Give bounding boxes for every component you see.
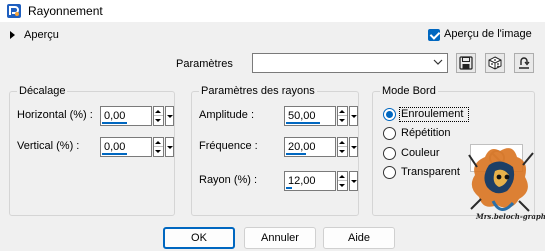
spin-up-icon[interactable]: [154, 107, 163, 116]
radio-repeat[interactable]: [383, 127, 396, 140]
vertical-input[interactable]: 0,00: [100, 137, 152, 157]
radio-transparent-label[interactable]: Transparent: [401, 166, 460, 178]
horizontal-input[interactable]: 0,00: [100, 106, 152, 126]
amplitude-input[interactable]: 50,00: [284, 106, 336, 126]
dice-icon: [488, 56, 502, 70]
horizontal-value[interactable]: 0,00: [104, 110, 125, 122]
image-preview-label[interactable]: Aperçu de l'image: [444, 28, 532, 40]
frequency-spinner[interactable]: [337, 137, 348, 157]
radius-spinner[interactable]: [337, 171, 348, 191]
title-bar: Rayonnement: [0, 0, 545, 22]
radio-transparent[interactable]: [383, 166, 396, 179]
radio-color[interactable]: [383, 147, 396, 160]
spin-up-icon[interactable]: [338, 172, 347, 181]
spin-down-icon[interactable]: [338, 181, 347, 190]
frequency-menu-button[interactable]: [349, 137, 358, 157]
spin-up-icon[interactable]: [154, 138, 163, 147]
radius-slider-bar[interactable]: [286, 187, 292, 189]
rays-group-title: Paramètres des rayons: [199, 85, 317, 97]
frequency-label: Fréquence :: [199, 140, 258, 152]
ok-button[interactable]: OK: [163, 227, 235, 249]
horizontal-label: Horizontal (%) :: [17, 109, 93, 121]
save-icon: [459, 56, 473, 70]
preview-toggle-label[interactable]: Aperçu: [24, 29, 59, 41]
spin-down-icon[interactable]: [154, 116, 163, 125]
psp-logo-icon: [7, 4, 21, 18]
frequency-input[interactable]: 20,00: [284, 137, 336, 157]
horizontal-slider-bar[interactable]: [102, 122, 127, 124]
amplitude-slider-bar[interactable]: [286, 122, 320, 124]
edge-mode-group-title: Mode Bord: [380, 85, 438, 97]
radio-wrap[interactable]: [383, 108, 396, 121]
params-label: Paramètres: [176, 58, 233, 70]
params-preset-combo[interactable]: [252, 53, 448, 73]
chevron-down-icon: [433, 59, 443, 65]
vertical-label: Vertical (%) :: [17, 140, 80, 152]
offset-group: Décalage Horizontal (%) : 0,00 Vertical …: [9, 85, 175, 216]
watermark-logo: [468, 148, 534, 212]
radio-color-label[interactable]: Couleur: [401, 147, 440, 159]
radius-label: Rayon (%) :: [199, 174, 258, 186]
spin-down-icon[interactable]: [338, 147, 347, 156]
reset-button[interactable]: [514, 53, 534, 73]
random-button[interactable]: [485, 53, 505, 73]
vertical-menu-button[interactable]: [165, 137, 174, 157]
horizontal-spinner[interactable]: [153, 106, 164, 126]
reset-icon: [519, 57, 530, 69]
vertical-spinner[interactable]: [153, 137, 164, 157]
vertical-value[interactable]: 0,00: [104, 141, 125, 153]
window-title: Rayonnement: [28, 4, 103, 18]
frequency-value[interactable]: 20,00: [288, 141, 316, 153]
offset-group-title: Décalage: [17, 85, 68, 97]
spin-down-icon[interactable]: [338, 116, 347, 125]
horizontal-menu-button[interactable]: [165, 106, 174, 126]
help-button[interactable]: Aide: [323, 227, 395, 249]
amplitude-value[interactable]: 50,00: [288, 110, 316, 122]
radius-value[interactable]: 12,00: [288, 175, 316, 187]
amplitude-spinner[interactable]: [337, 106, 348, 126]
rays-group: Paramètres des rayons Amplitude : 50,00 …: [191, 85, 359, 216]
image-preview-checkbox[interactable]: [428, 29, 440, 41]
vertical-slider-bar[interactable]: [102, 153, 127, 155]
radio-repeat-label[interactable]: Répétition: [401, 127, 451, 139]
radius-menu-button[interactable]: [349, 171, 358, 191]
watermark-signature: Mrs.beloch-graph: [476, 212, 545, 221]
spin-up-icon[interactable]: [338, 107, 347, 116]
expand-arrow-icon[interactable]: [10, 31, 15, 39]
cancel-button[interactable]: Annuler: [244, 227, 316, 249]
frequency-slider-bar[interactable]: [286, 153, 306, 155]
spin-up-icon[interactable]: [338, 138, 347, 147]
amplitude-menu-button[interactable]: [349, 106, 358, 126]
radius-input[interactable]: 12,00: [284, 171, 336, 191]
save-preset-button[interactable]: [456, 53, 476, 73]
amplitude-label: Amplitude :: [199, 109, 255, 121]
radio-wrap-label[interactable]: Enroulement: [401, 108, 463, 120]
spin-down-icon[interactable]: [154, 147, 163, 156]
